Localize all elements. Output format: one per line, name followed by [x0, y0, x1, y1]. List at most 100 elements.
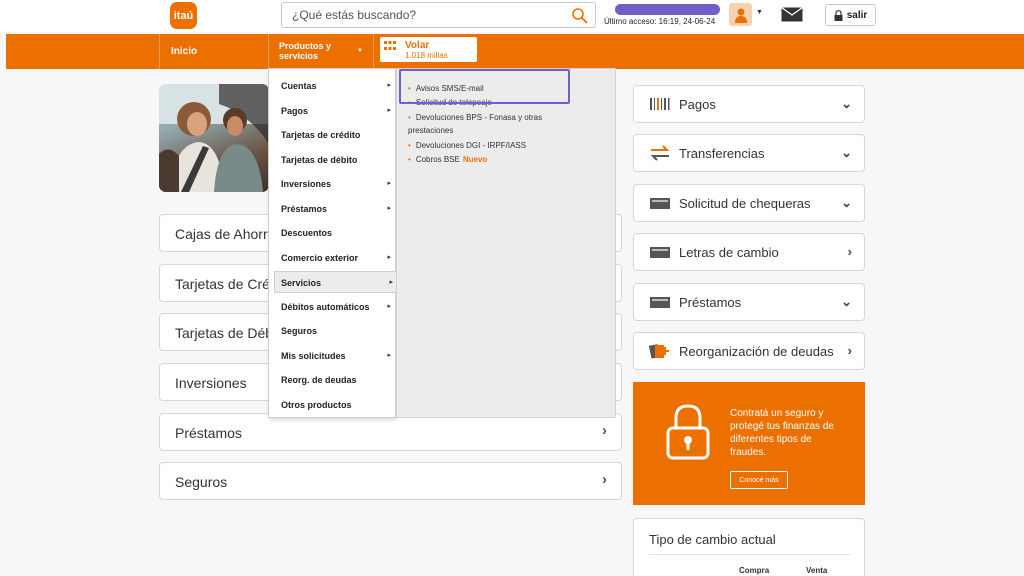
bullet-icon: •: [408, 141, 411, 150]
chevron-right-icon: ›: [602, 471, 607, 488]
itau-logo[interactable]: itaú: [170, 2, 197, 29]
menu-item-label: Préstamos: [281, 204, 328, 214]
submenu-item-devoluciones-dgi[interactable]: • Devoluciones DGI - IRPF/IASS: [408, 139, 608, 152]
quick-letras-de-cambio[interactable]: Letras de cambio ›: [633, 233, 865, 271]
chevron-down-icon: ⌄: [841, 145, 852, 160]
chevron-down-icon: ⌄: [841, 195, 852, 210]
quick-transferencias[interactable]: Transferencias ⌄: [633, 134, 865, 172]
accordion-label: Cajas de Ahorro: [175, 226, 276, 242]
submenu-item-label: Devoluciones BPS - Fonasa y otras presta…: [408, 113, 543, 135]
column-header-sell: Venta: [806, 566, 828, 575]
hero-photo: [159, 84, 269, 192]
search-box[interactable]: [281, 2, 596, 28]
chevron-right-icon: ›: [602, 422, 607, 439]
caret-right-icon: ▸: [387, 352, 391, 359]
menu-item-mis-solicitudes[interactable]: Mis solicitudes ▸: [270, 345, 396, 367]
checkbook-icon: [650, 198, 670, 209]
quick-label: Reorganización de deudas: [679, 344, 834, 359]
quick-label: Pagos: [679, 97, 716, 112]
caret-right-icon: ▸: [387, 205, 391, 212]
user-name-redacted: [615, 4, 720, 15]
menu-item-servicios[interactable]: Servicios ▸: [274, 271, 404, 293]
menu-item-tarjetas-debito[interactable]: Tarjetas de débito: [270, 149, 396, 171]
products-dropdown-menu: Cuentas ▸ Pagos ▸ Tarjetas de crédito Tarj…: [268, 68, 404, 418]
menu-item-label: Seguros: [281, 326, 318, 336]
menu-item-label: Descuentos: [281, 228, 333, 238]
quick-label: Letras de cambio: [679, 245, 779, 260]
chevron-down-icon: ▼: [357, 48, 363, 54]
submenu-item-cobros-bse[interactable]: • Cobros BSE Nuevo: [408, 153, 608, 166]
chevron-down-icon[interactable]: ▼: [756, 9, 763, 16]
menu-item-otros-productos[interactable]: Otros productos: [270, 394, 396, 416]
menu-item-descuentos[interactable]: Descuentos: [270, 222, 396, 244]
accordion-prestamos[interactable]: Préstamos ›: [159, 413, 622, 451]
services-submenu: • Avisos SMS/E-mail • Solicitud de telepea…: [396, 68, 616, 418]
search-input[interactable]: [292, 6, 562, 24]
column-header-buy: Compra: [739, 566, 770, 575]
caret-right-icon: ▸: [387, 303, 391, 310]
quick-prestamos[interactable]: Préstamos ⌄: [633, 283, 865, 321]
menu-item-label: Tarjetas de crédito: [281, 130, 361, 140]
submenu-item-label: Devoluciones DGI - IRPF/IASS: [415, 141, 527, 150]
submenu-item-label: Cobros BSE: [415, 155, 460, 164]
menu-item-prestamos[interactable]: Préstamos ▸: [270, 198, 396, 220]
menu-item-tarjetas-credito[interactable]: Tarjetas de crédito: [270, 124, 396, 146]
promo-text: Contratá un seguro y protegé tus finanza…: [730, 408, 834, 458]
accordion-seguros[interactable]: Seguros ›: [159, 462, 622, 500]
quick-solicitud-chequeras[interactable]: Solicitud de chequeras ⌄: [633, 184, 865, 222]
lock-icon: [834, 9, 843, 21]
logout-button[interactable]: salir: [825, 4, 876, 26]
exchange-rate-title: Tipo de cambio actual: [649, 532, 776, 547]
search-icon[interactable]: [571, 7, 589, 25]
menu-item-label: Otros productos: [281, 400, 352, 410]
menu-item-debitos-automaticos[interactable]: Débitos automáticos ▸: [270, 296, 396, 318]
last-access-text: Último acceso: 16:19, 24-06-24: [604, 17, 716, 26]
nav-divider: [159, 34, 160, 69]
chevron-right-icon: ›: [847, 244, 852, 259]
couple-in-car-image: [159, 84, 269, 192]
menu-item-label: Reorg. de deudas: [281, 375, 357, 385]
nav-home[interactable]: Inicio: [171, 46, 197, 57]
menu-item-cuentas[interactable]: Cuentas ▸: [270, 75, 396, 97]
menu-item-reorg-deudas[interactable]: Reorg. de deudas: [270, 369, 396, 391]
quick-pagos[interactable]: Pagos ⌄: [633, 85, 865, 123]
nav-products-label: Productos y servicios: [279, 41, 332, 61]
debt-icon: [649, 344, 669, 359]
bullet-icon: •: [408, 155, 411, 164]
new-badge: Nuevo: [462, 155, 488, 164]
barcode-icon: [650, 98, 670, 110]
quick-label: Solicitud de chequeras: [679, 196, 811, 211]
menu-item-seguros[interactable]: Seguros: [270, 320, 396, 342]
logout-label: salir: [846, 9, 868, 21]
menu-item-pagos[interactable]: Pagos ▸: [270, 100, 396, 122]
exchange-rate-card: Tipo de cambio actual Compra Venta: [633, 518, 865, 576]
menu-item-label: Inversiones: [281, 179, 332, 189]
nav-products-services[interactable]: Productos y servicios ▼: [268, 34, 374, 69]
promo-button[interactable]: Conocé más: [730, 471, 788, 489]
menu-item-label: Tarjetas de débito: [281, 155, 358, 165]
submenu-item-devoluciones-bps[interactable]: • Devoluciones BPS - Fonasa y otras prest…: [408, 111, 578, 137]
grid-dots-icon: [384, 41, 396, 50]
volar-miles-button[interactable]: Volar 1.018 millas: [380, 37, 477, 62]
caret-right-icon: ▸: [387, 254, 391, 261]
divider: [649, 554, 851, 555]
menu-item-inversiones[interactable]: Inversiones ▸: [270, 173, 396, 195]
caret-right-icon: ▸: [387, 82, 391, 89]
accordion-label: Inversiones: [175, 375, 247, 391]
lock-icon: [666, 404, 710, 460]
menu-item-comercio-exterior[interactable]: Comercio exterior ▸: [270, 247, 396, 269]
volar-miles: 1.018 millas: [405, 51, 448, 60]
accordion-label: Préstamos: [175, 425, 242, 441]
chevron-down-icon: ⌄: [841, 96, 852, 111]
quick-reorganizacion-deudas[interactable]: Reorganización de deudas ›: [633, 332, 865, 370]
caret-right-icon: ▸: [387, 180, 391, 187]
menu-item-label: Mis solicitudes: [281, 351, 346, 361]
avatar[interactable]: [729, 3, 752, 26]
mail-icon[interactable]: [781, 7, 803, 22]
quick-label: Transferencias: [679, 146, 765, 161]
menu-item-label: Pagos: [281, 106, 309, 116]
chevron-down-icon: ⌄: [841, 294, 852, 309]
volar-title: Volar: [405, 40, 430, 51]
caret-right-icon: ▸: [387, 107, 391, 114]
transfer-icon: [650, 145, 670, 161]
